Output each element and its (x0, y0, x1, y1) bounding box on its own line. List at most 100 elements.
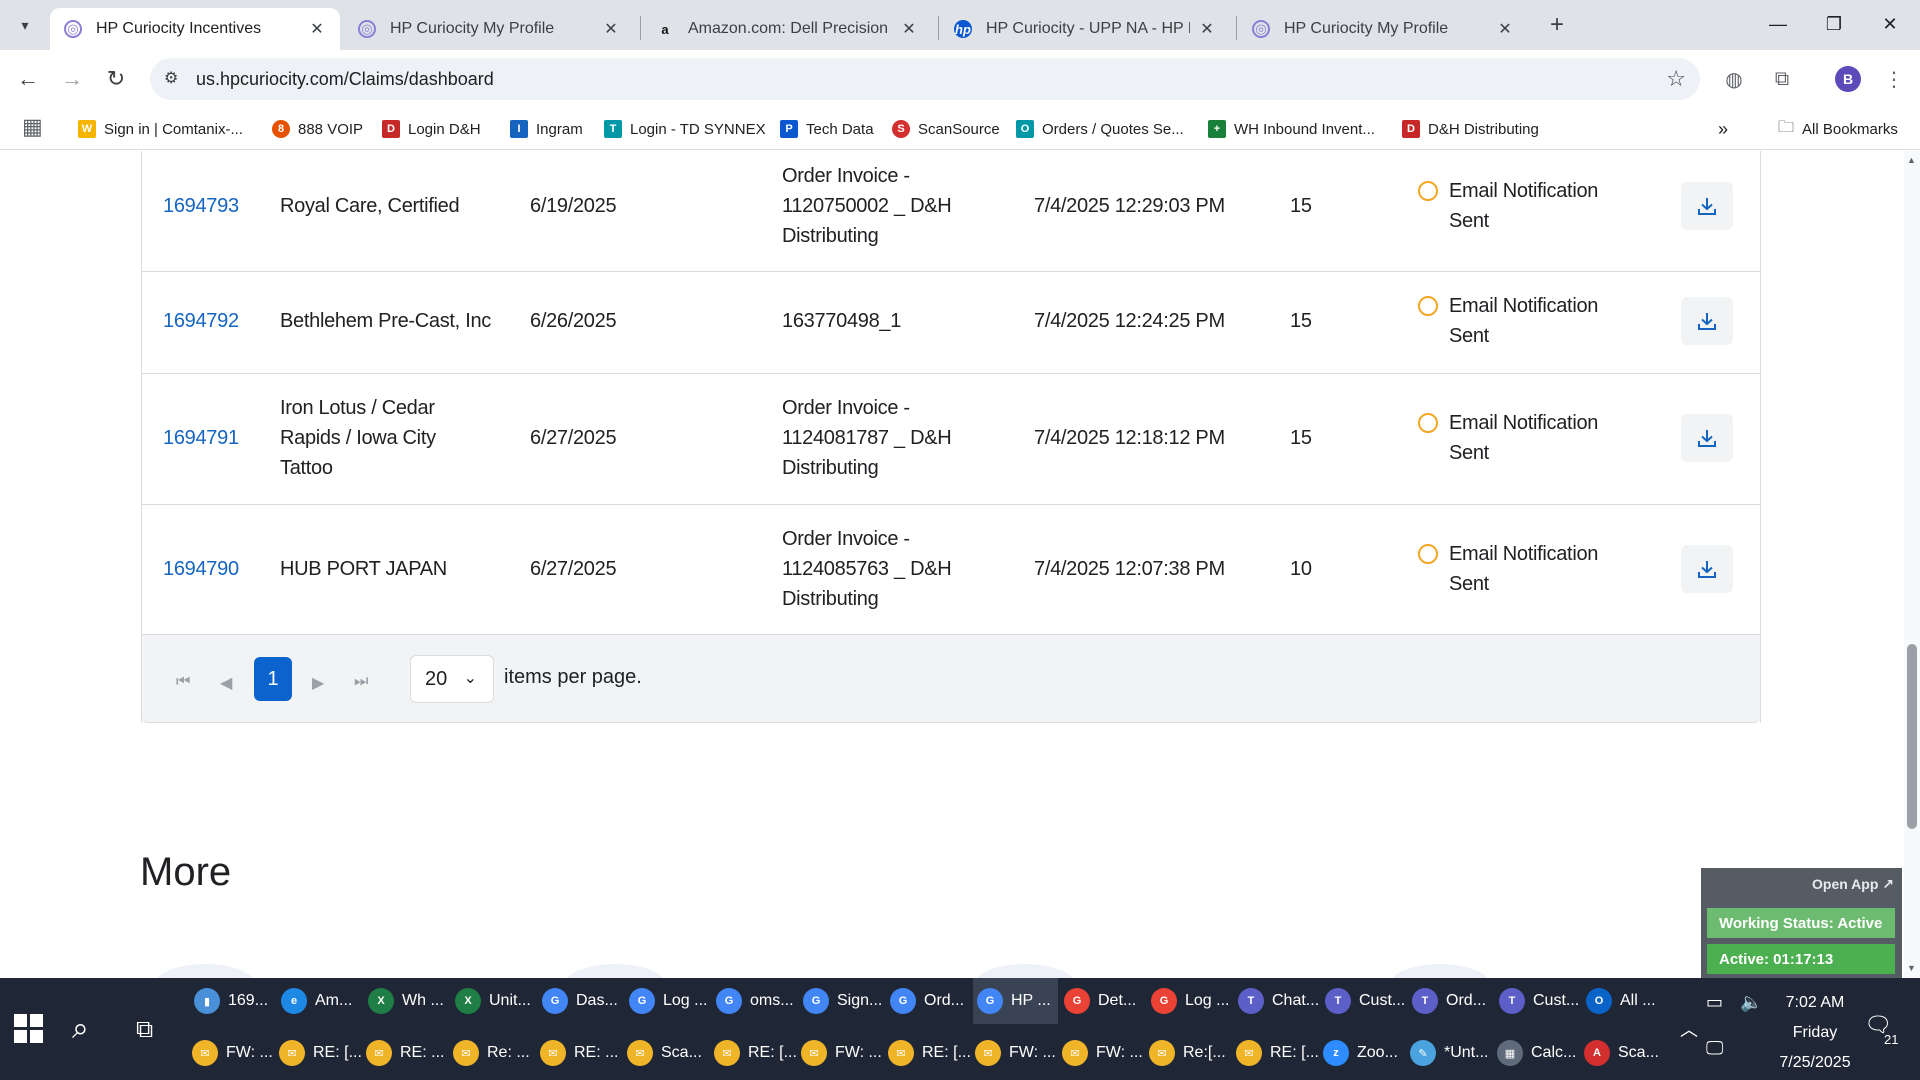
download-button[interactable] (1681, 182, 1733, 230)
taskbar-app-button[interactable]: T Cust... (1321, 978, 1406, 1024)
taskbar-app-button[interactable]: O All ... (1582, 978, 1667, 1024)
taskbar-app-button[interactable]: ✉ Re: ... (449, 1030, 534, 1076)
scrollbar-thumb[interactable] (1907, 644, 1917, 829)
claim-id-link[interactable]: 1694793 (163, 191, 239, 221)
taskbar-app-button[interactable]: X Wh ... (364, 978, 449, 1024)
tab-hp-curiocity-incentives[interactable]: ◎ HP Curiocity Incentives ✕ (50, 8, 340, 50)
bookmark-wh-inbound[interactable]: + WH Inbound Invent... (1208, 116, 1375, 142)
profile-avatar[interactable]: B (1835, 66, 1861, 92)
taskbar-app-button[interactable]: G Das... (538, 978, 623, 1024)
taskbar-app-button[interactable]: Goms... (712, 978, 797, 1024)
close-tab-icon[interactable]: ✕ (308, 19, 326, 39)
taskbar-app-button[interactable]: ✉ RE: ... (362, 1030, 447, 1076)
taskbar-app-button[interactable]: G Det... (1060, 978, 1145, 1024)
close-tab-icon[interactable]: ✕ (602, 19, 620, 39)
taskbar-app-button[interactable]: G Sign... (799, 978, 884, 1024)
download-button[interactable] (1681, 297, 1733, 345)
reload-icon[interactable]: ↻ (100, 63, 132, 95)
taskbar-app-button[interactable]: G Ord... (886, 978, 971, 1024)
bookmark-td-synnex[interactable]: T Login - TD SYNNEX (604, 116, 766, 142)
download-button[interactable] (1681, 545, 1733, 593)
new-tab-icon[interactable]: + (1542, 10, 1572, 40)
taskbar-app-button[interactable]: ▮ 169... (190, 978, 275, 1024)
site-settings-icon[interactable]: ⚙ (164, 68, 178, 88)
system-clock[interactable]: 7:02 AM Friday 7/25/2025 (1770, 988, 1860, 1078)
taskbar-app-button[interactable]: T Ord... (1408, 978, 1493, 1024)
taskbar-app-button[interactable]: ✉ FW: ... (1058, 1030, 1143, 1076)
address-bar[interactable]: ⚙ us.hpcuriocity.com/Claims/dashboard ☆ (150, 58, 1700, 100)
taskbar-app-button[interactable]: ✉ RE: [... (275, 1030, 362, 1076)
search-icon[interactable]: ⌕ (72, 1012, 89, 1046)
minimize-icon[interactable]: — (1750, 4, 1806, 44)
url-text[interactable]: us.hpcuriocity.com/Claims/dashboard (196, 69, 494, 90)
extensions-icon[interactable]: ⧉ (1768, 65, 1796, 93)
scroll-up-icon[interactable]: ▲ (1907, 155, 1916, 165)
tab-search-chevron-icon[interactable]: ▾ (8, 10, 42, 40)
close-tab-icon[interactable]: ✕ (1198, 19, 1216, 39)
tab-hp-curiocity-upp[interactable]: hp HP Curiocity - UPP NA - HP Par ✕ (940, 8, 1230, 50)
bookmark-login-dh[interactable]: D Login D&H (382, 116, 481, 142)
taskbar-app-button[interactable]: ✉ Sca... (623, 1030, 708, 1076)
tab-hp-curiocity-my-profile[interactable]: ◎ HP Curiocity My Profile ✕ (344, 8, 634, 50)
scroll-down-icon[interactable]: ▼ (1907, 963, 1916, 973)
taskbar-app-button[interactable]: ✉ RE: [... (1232, 1030, 1319, 1076)
windows-start-icon[interactable] (14, 1014, 44, 1044)
items-per-page-select[interactable]: 20 ⌄ (410, 655, 494, 703)
download-button[interactable] (1681, 414, 1733, 462)
forward-icon[interactable]: → (56, 63, 88, 95)
claim-id-link[interactable]: 1694791 (163, 423, 239, 453)
task-view-icon[interactable]: ⧉ (136, 1016, 153, 1044)
taskbar-app-button[interactable]: ✎ *Unt... (1406, 1030, 1491, 1076)
taskbar-app-button[interactable]: G Log ... (625, 978, 710, 1024)
bookmark-scansource[interactable]: S ScanSource (892, 116, 1000, 142)
previous-page-icon[interactable]: ◀ (220, 673, 232, 693)
battery-icon[interactable]: ▭ (1706, 992, 1723, 1013)
taskbar-app-button[interactable]: ✉ RE: [... (710, 1030, 797, 1076)
taskbar-app-button[interactable]: e Am... (277, 978, 362, 1024)
taskbar-app-button[interactable]: X Unit... (451, 978, 536, 1024)
claim-id-link[interactable]: 1694790 (163, 554, 239, 584)
more-bookmarks-chevron-icon[interactable]: » (1718, 116, 1728, 142)
restore-icon[interactable]: ❐ (1806, 4, 1862, 44)
taskbar-app-button[interactable]: ▦ Calc... (1493, 1030, 1578, 1076)
last-page-icon[interactable]: ⏭ (354, 673, 368, 691)
show-hidden-icons-chevron-icon[interactable]: ︿ (1680, 1016, 1698, 1042)
tab-hp-curiocity-my-profile-2[interactable]: ◎ HP Curiocity My Profile ✕ (1238, 8, 1528, 50)
display-icon[interactable]: 🖵 (1706, 1038, 1723, 1059)
taskbar-app-button[interactable]: A Sca... (1580, 1030, 1665, 1076)
taskbar-app-button[interactable]: G HP ... (973, 978, 1058, 1024)
taskbar-app-button[interactable]: z Zoo... (1319, 1030, 1404, 1076)
taskbar-app-button[interactable]: ✉ FW: ... (971, 1030, 1056, 1076)
all-bookmarks-folder[interactable]: 🗀 All Bookmarks (1778, 116, 1898, 142)
bookmark-ingram[interactable]: I Ingram (510, 116, 583, 142)
close-tab-icon[interactable]: ✕ (900, 19, 918, 39)
taskbar-app-button[interactable]: T Cust... (1495, 978, 1580, 1024)
claim-id-link[interactable]: 1694792 (163, 306, 239, 336)
volume-icon[interactable]: 🔈 (1740, 992, 1762, 1013)
next-page-icon[interactable]: ▶ (312, 673, 324, 693)
taskbar-app-button[interactable]: T Chat... (1234, 978, 1319, 1024)
bookmark-star-icon[interactable]: ☆ (1666, 66, 1686, 92)
taskbar-app-button[interactable]: G Log ... (1147, 978, 1232, 1024)
bookmark-orders-quotes[interactable]: O Orders / Quotes Se... (1016, 116, 1184, 142)
menu-kebab-icon[interactable]: ⋮ (1880, 65, 1908, 93)
page-button-current[interactable]: 1 (254, 657, 292, 701)
taskbar-app-button[interactable]: ✉ RE: [... (884, 1030, 971, 1076)
close-tab-icon[interactable]: ✕ (1496, 19, 1514, 39)
taskbar-app-button[interactable]: ✉ RE: ... (536, 1030, 621, 1076)
page-scrollbar[interactable]: ▲ ▼ (1904, 151, 1920, 978)
close-window-icon[interactable]: ✕ (1862, 4, 1918, 44)
taskbar-app-button[interactable]: ✉ FW: ... (188, 1030, 273, 1076)
translate-icon[interactable]: ◍ (1720, 65, 1748, 93)
first-page-icon[interactable]: ⏮ (176, 673, 190, 691)
taskbar-app-button[interactable]: ✉ Re:[... (1145, 1030, 1230, 1076)
bookmark-comtanix[interactable]: W Sign in | Comtanix-... (78, 116, 243, 142)
tab-amazon[interactable]: a Amazon.com: Dell Precision 778 ✕ (642, 8, 932, 50)
open-app-link[interactable]: Open App ↗ (1812, 876, 1894, 893)
bookmark-tech-data[interactable]: P Tech Data (780, 116, 874, 142)
apps-grid-icon[interactable]: ▦ (22, 114, 43, 140)
back-icon[interactable]: ← (12, 63, 44, 95)
bookmark-888-voip[interactable]: 8 888 VOIP (272, 116, 363, 142)
bookmark-dh-distributing[interactable]: D D&H Distributing (1402, 116, 1539, 142)
taskbar-app-button[interactable]: ✉ FW: ... (797, 1030, 882, 1076)
